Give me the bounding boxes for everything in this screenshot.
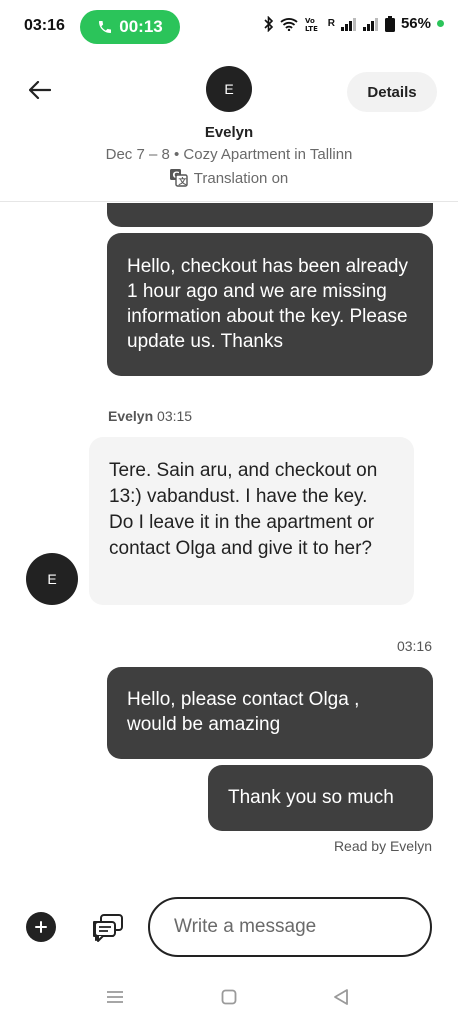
read-receipt: Read by Evelyn [333,838,432,854]
ongoing-call-pill[interactable]: 00:13 [80,10,180,44]
nav-back-button[interactable] [328,984,354,1010]
sender-avatar[interactable]: E [26,553,78,605]
chat-bubbles-icon [93,914,123,942]
status-bar: 03:16 00:13 Vo LTE R 56% [0,0,458,54]
translate-icon: G文 [169,169,188,187]
translation-toggle[interactable]: G文 Translation on [0,169,458,187]
contact-name: Evelyn [204,124,254,141]
signal-strength-icon [340,17,356,31]
arrow-left-icon [29,81,51,99]
message-time: 03:16 [396,638,432,654]
message-text: Hello, please contact Olga , would be am… [127,689,360,735]
back-button[interactable] [24,74,56,106]
message-text: Hello, checkout has been already 1 hour … [127,256,408,352]
message-thread[interactable]: Hello, checkout has been already 1 hour … [0,203,458,873]
details-button[interactable]: Details [347,72,437,112]
volte-icon: VoLTE [305,17,318,32]
translation-label: Translation on [193,169,289,187]
svg-text:Vo: Vo [305,17,315,25]
bluetooth-icon [264,15,273,32]
back-triangle-icon [334,989,348,1005]
battery-level: 56% [400,15,431,32]
nav-menu-button[interactable] [102,984,128,1010]
roaming-label: R [327,18,335,29]
host-avatar[interactable]: E [206,66,252,112]
status-icons: Vo LTE R 56% [264,15,444,32]
status-time: 03:16 [24,17,65,34]
phone-icon [99,21,112,33]
conversation-header: E Details Evelyn Dec 7 – 8 • Cozy Apartm… [0,54,458,202]
message-bubble-outgoing-partial[interactable] [107,203,433,227]
message-text: Thank you so much [228,787,394,808]
system-nav-bar [0,970,458,1024]
home-square-icon [221,989,237,1005]
add-attachment-button[interactable] [26,912,56,942]
reservation-summary: Dec 7 – 8 • Cozy Apartment in Tallinn [105,146,353,163]
menu-icon [107,991,123,1003]
message-bubble-outgoing[interactable]: Hello, please contact Olga , would be am… [107,667,433,759]
message-bubble-outgoing[interactable]: Thank you so much [208,765,433,831]
signal-strength-icon-2 [362,17,378,31]
plus-icon [35,921,47,933]
message-composer [0,890,458,970]
message-meta: Evelyn 03:15 [108,408,192,424]
message-text: Tere. Sain aru, and checkout on 13:) vab… [109,460,378,559]
message-input[interactable] [148,897,432,957]
svg-text:LTE: LTE [305,25,318,32]
call-timer: 00:13 [119,17,163,36]
message-bubble-outgoing[interactable]: Hello, checkout has been already 1 hour … [107,233,433,376]
svg-text:文: 文 [178,176,187,186]
wifi-icon [280,17,298,31]
message-bubble-incoming[interactable]: Tere. Sain aru, and checkout on 13:) vab… [89,437,414,605]
battery-icon [384,15,395,32]
quick-replies-button[interactable] [90,910,126,946]
nav-home-button[interactable] [216,984,242,1010]
message-time: 03:15 [157,408,193,424]
message-sender: Evelyn [108,408,154,424]
privacy-indicator-dot [437,20,444,27]
